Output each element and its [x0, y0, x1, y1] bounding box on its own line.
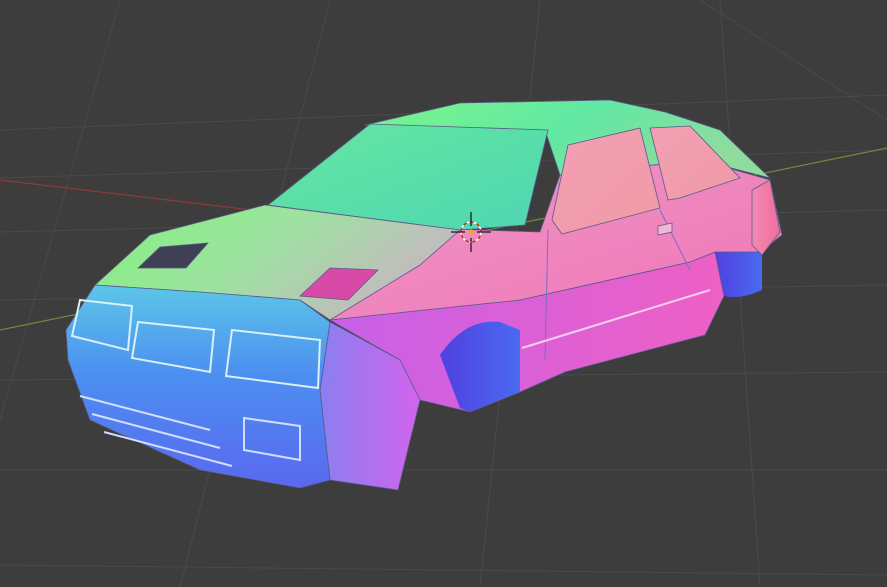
viewport-canvas[interactable] — [0, 0, 887, 587]
3d-viewport[interactable] — [0, 0, 887, 587]
car-body-model[interactable] — [65, 99, 783, 491]
rear-panel — [751, 179, 781, 256]
